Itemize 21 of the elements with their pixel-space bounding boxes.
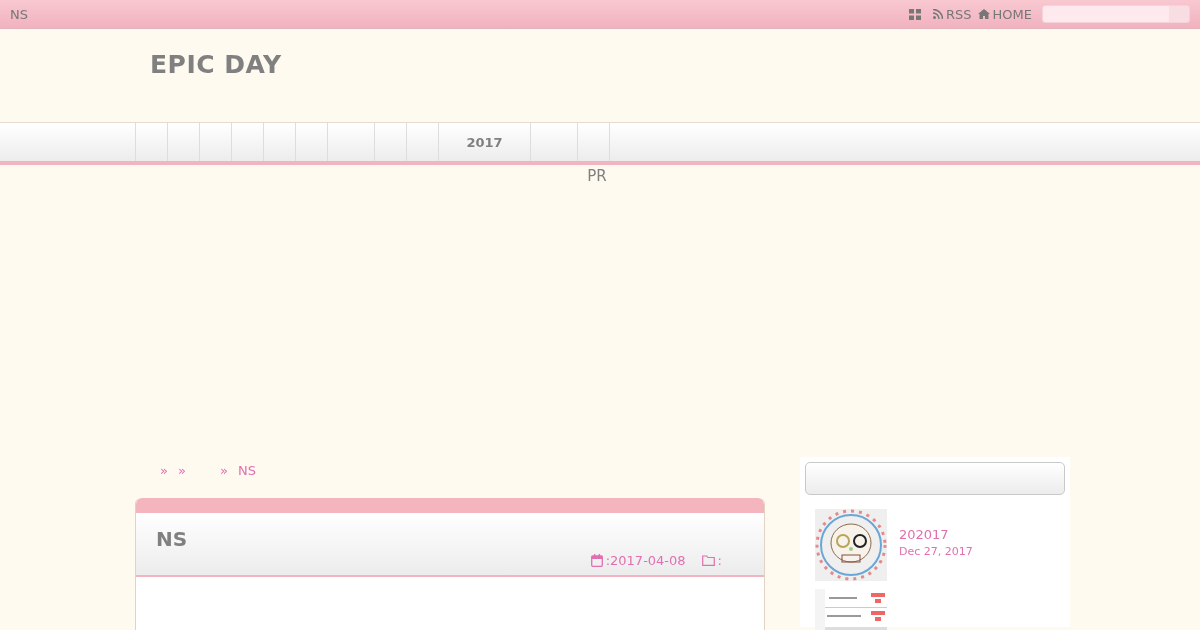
post-category[interactable]: :: [717, 553, 722, 568]
grid-icon[interactable]: [909, 8, 921, 20]
breadcrumb-separator: »: [177, 463, 186, 480]
site-title[interactable]: EPIC DAY: [150, 50, 282, 79]
post-date: :2017-04-08: [605, 553, 686, 568]
rss-link[interactable]: RSS: [933, 6, 972, 22]
calendar-icon: [590, 554, 603, 567]
home-icon: [977, 9, 990, 19]
article-title: NS: [156, 527, 188, 551]
post-link[interactable]: 202017: [899, 527, 973, 542]
pr-label: PR: [587, 167, 607, 185]
breadcrumb-link[interactable]: NS: [237, 463, 256, 498]
post-date: Dec 27, 2017: [899, 545, 973, 558]
folder-icon: [701, 555, 715, 566]
rss-icon: [933, 9, 943, 19]
breadcrumb-separator: »: [219, 463, 228, 480]
nav-item[interactable]: 2017: [439, 123, 531, 161]
home-link[interactable]: HOME: [977, 6, 1032, 22]
search-field[interactable]: [1042, 5, 1190, 23]
site-name[interactable]: NS: [10, 6, 909, 22]
breadcrumb-separator: »: [160, 463, 168, 480]
